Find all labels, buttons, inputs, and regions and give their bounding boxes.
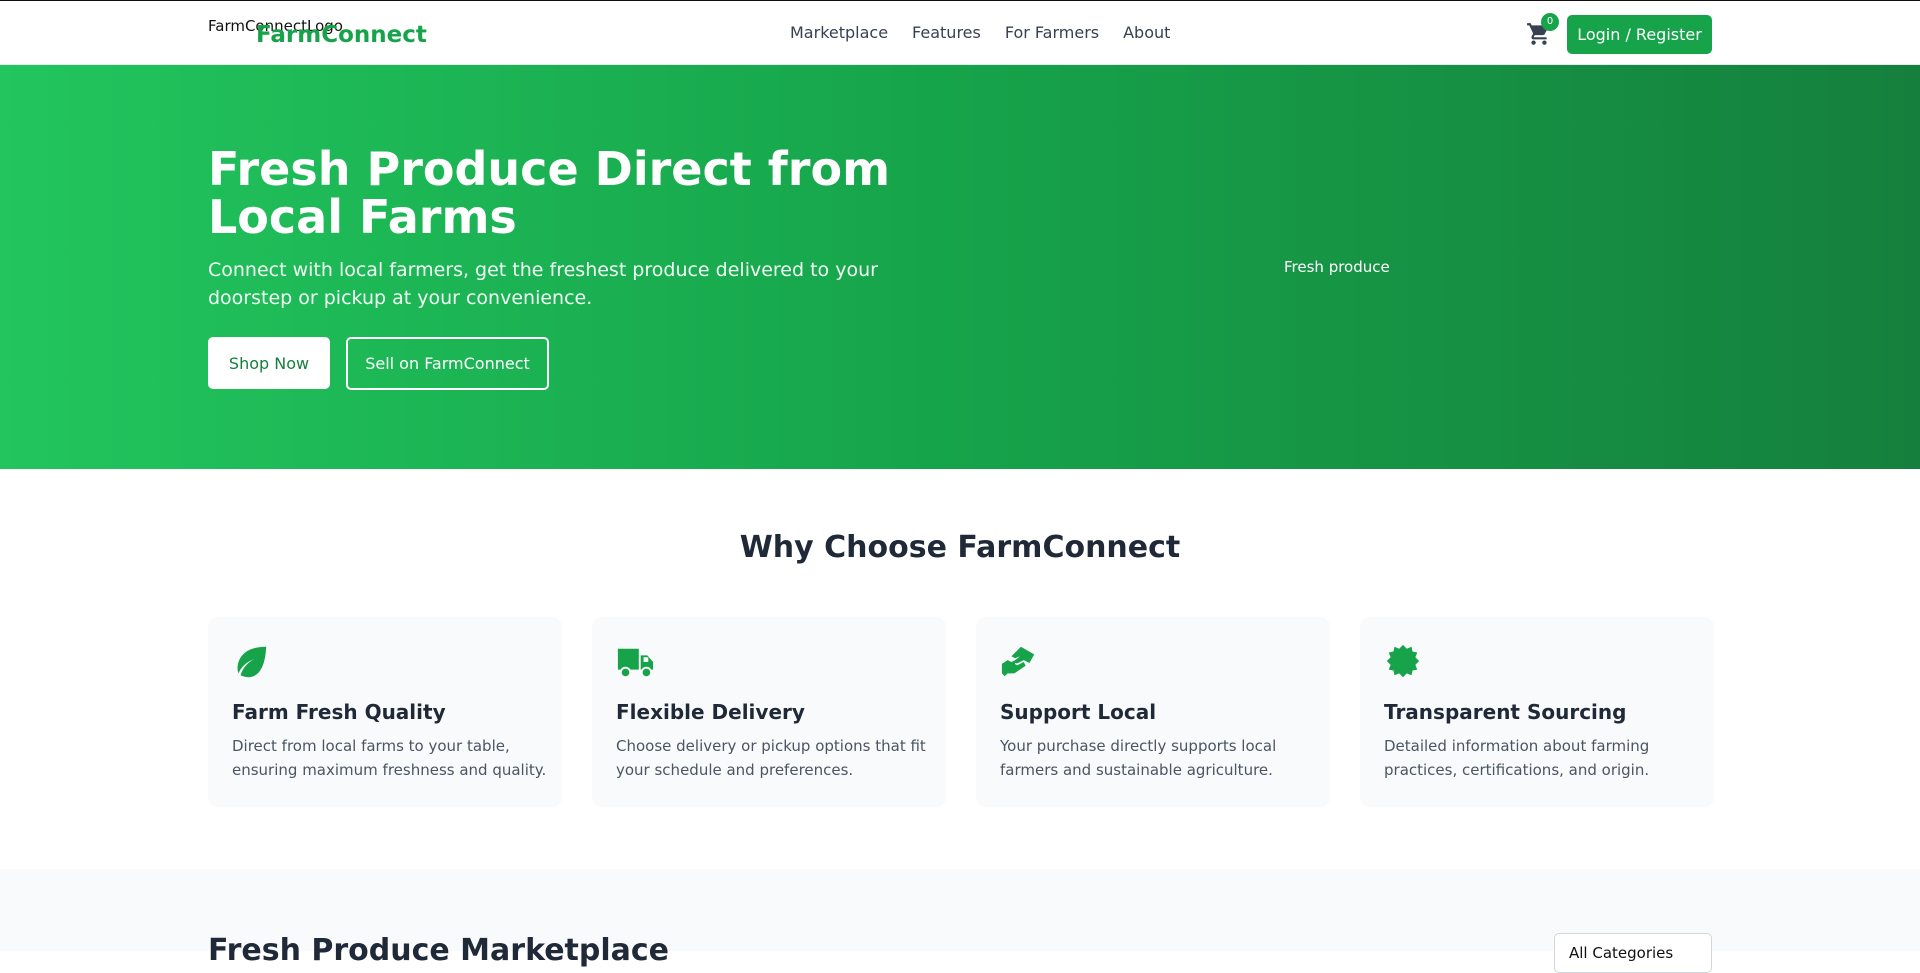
feature-card-text: Detailed information about farming pract…	[1384, 737, 1650, 779]
truck-icon	[617, 648, 654, 679]
nav-features[interactable]: Features	[912, 23, 981, 42]
feature-card: Farm Fresh Quality Direct from local far…	[208, 617, 562, 807]
feature-card: Support Local Your purchase directly sup…	[976, 617, 1330, 807]
category-select[interactable]: All Categories	[1554, 933, 1712, 973]
feature-card-title: Farm Fresh Quality	[232, 700, 446, 724]
nav-about[interactable]: About	[1123, 23, 1170, 42]
feature-card: Transparent Sourcing Detailed informatio…	[1360, 617, 1714, 807]
brand-name[interactable]: FarmConnect	[256, 22, 427, 48]
feature-card-title: Support Local	[1000, 700, 1157, 724]
feature-card-title: Transparent Sourcing	[1384, 700, 1627, 724]
feature-card-text: Choose delivery or pickup options that f…	[616, 737, 926, 779]
shop-now-button[interactable]: Shop Now	[208, 337, 330, 389]
nav-marketplace[interactable]: Marketplace	[790, 23, 888, 42]
sell-on-farmconnect-button[interactable]: Sell on FarmConnect	[346, 337, 549, 390]
hero-image-alt: Fresh produce	[1284, 258, 1390, 276]
hero-title: Fresh Produce Direct from Local Farms	[208, 142, 891, 244]
feature-cards: Farm Fresh Quality Direct from local far…	[208, 617, 1714, 807]
feature-card-text: Your purchase directly supports local fa…	[1000, 737, 1277, 779]
feature-card: Flexible Delivery Choose delivery or pic…	[592, 617, 946, 807]
leaf-icon	[237, 646, 267, 678]
handshake-icon	[1001, 646, 1035, 677]
hero-section: Fresh Produce Direct from Local Farms Co…	[0, 65, 1920, 469]
feature-card-text: Direct from local farms to your table, e…	[232, 737, 547, 779]
login-register-button[interactable]: Login / Register	[1567, 15, 1712, 54]
nav-for-farmers[interactable]: For Farmers	[1005, 23, 1099, 42]
feature-card-title: Flexible Delivery	[616, 700, 805, 724]
why-section-title: Why Choose FarmConnect	[739, 530, 1181, 565]
main-nav: Marketplace Features For Farmers About	[790, 23, 1170, 42]
hero-subtitle: Connect with local farmers, get the fres…	[208, 259, 878, 309]
marketplace-section: Fresh Produce Marketplace All Categories	[0, 869, 1920, 973]
certificate-icon	[1386, 644, 1420, 678]
site-header: FarmConnectLogo FarmConnect Marketplace …	[0, 0, 1920, 65]
logo-link[interactable]: FarmConnectLogo FarmConnect	[208, 17, 428, 51]
cart-count-badge: 0	[1541, 13, 1559, 31]
